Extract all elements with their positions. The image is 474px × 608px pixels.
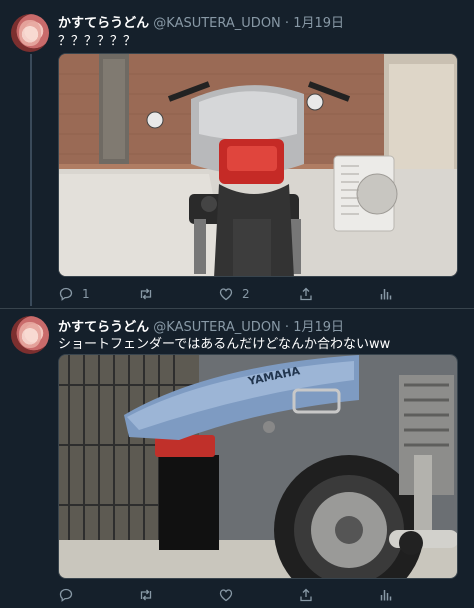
- retweet-button[interactable]: [138, 585, 162, 605]
- reply-count: 1: [82, 287, 90, 301]
- display-name[interactable]: かすてらうどん: [58, 16, 149, 31]
- analytics-icon: [380, 289, 392, 300]
- reply-icon: [59, 588, 73, 602]
- avatar[interactable]: [11, 14, 49, 52]
- like-button[interactable]: [218, 585, 242, 605]
- analytics-button[interactable]: [378, 585, 394, 605]
- motorcycle-rear-photo: [59, 54, 457, 276]
- reply-button[interactable]: 1: [58, 284, 90, 304]
- tweet-actions: 1 2: [58, 284, 458, 304]
- tweet-header: かすてらうどん @KASUTERA_UDON · 1月19日: [58, 12, 344, 31]
- share-button[interactable]: [298, 585, 314, 605]
- motorcycle-fender-photo: YAMAHA: [59, 355, 457, 578]
- retweet-icon: [140, 589, 152, 601]
- retweet-button[interactable]: [138, 284, 162, 304]
- heart-icon: [219, 288, 233, 301]
- share-icon: [300, 588, 312, 602]
- separator: ·: [284, 16, 290, 31]
- reply-icon: [59, 287, 73, 301]
- tweet-photo[interactable]: [58, 53, 458, 277]
- like-button[interactable]: 2: [218, 284, 250, 304]
- tweet-text: ショートフェンダーではあるんだけどなんか合わないww: [58, 337, 391, 352]
- tweet-1[interactable]: かすてらうどん @KASUTERA_UDON · 1月19日 ？？？？？？ 1 …: [0, 0, 474, 308]
- tweet-date[interactable]: 1月19日: [293, 16, 344, 31]
- like-count: 2: [242, 287, 250, 301]
- tweet-2[interactable]: かすてらうどん @KASUTERA_UDON · 1月19日 ショートフェンダー…: [0, 309, 474, 608]
- tweet-photo[interactable]: YAMAHA: [58, 354, 458, 579]
- share-button[interactable]: [298, 284, 314, 304]
- analytics-icon: [380, 590, 392, 601]
- analytics-button[interactable]: [378, 284, 394, 304]
- tweet-text: ？？？？？？: [58, 34, 137, 49]
- tweet-actions: [58, 585, 458, 605]
- reply-button[interactable]: [58, 585, 82, 605]
- share-icon: [300, 287, 312, 301]
- retweet-icon: [140, 288, 152, 300]
- heart-icon: [219, 589, 233, 602]
- avatar[interactable]: [11, 316, 49, 354]
- user-handle[interactable]: @KASUTERA_UDON: [153, 16, 281, 31]
